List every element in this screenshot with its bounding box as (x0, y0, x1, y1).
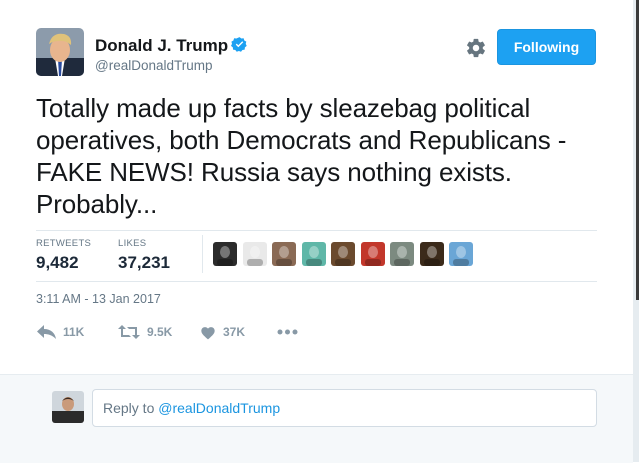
liker-avatar[interactable] (302, 242, 326, 266)
liker-avatar[interactable] (272, 242, 296, 266)
heart-icon (201, 326, 215, 339)
divider-bottom (36, 281, 597, 282)
likes-count[interactable]: 37,231 (118, 253, 170, 273)
retweets-count[interactable]: 9,482 (36, 253, 79, 273)
retweet-count: 9.5K (147, 325, 173, 339)
reply-prefix: Reply to (103, 400, 159, 416)
current-user-avatar[interactable] (52, 391, 84, 423)
liker-avatar[interactable] (213, 242, 237, 266)
like-action[interactable]: 37K (200, 323, 245, 341)
reply-mention: @realDonaldTrump (158, 400, 281, 416)
retweet-icon (118, 325, 140, 339)
liker-avatar[interactable] (449, 242, 473, 266)
divider-top (36, 230, 597, 231)
tweet-text: Totally made up facts by sleazebag polit… (36, 93, 567, 219)
liker-avatar[interactable] (420, 242, 444, 266)
stats-separator (202, 235, 203, 273)
following-button[interactable]: Following (497, 29, 596, 65)
reply-icon (37, 325, 56, 339)
liker-avatar[interactable] (390, 242, 414, 266)
retweet-action[interactable]: 9.5K (118, 323, 172, 341)
author-name-text[interactable]: Donald J. Trump (95, 36, 228, 55)
more-dots-icon (277, 329, 298, 335)
gear-icon[interactable] (465, 37, 487, 59)
verified-badge-icon (231, 37, 247, 52)
like-count: 37K (223, 325, 246, 339)
author-avatar[interactable] (36, 28, 84, 76)
author-handle[interactable]: @realDonaldTrump (95, 58, 213, 73)
retweets-label[interactable]: RETWEETS (36, 238, 91, 249)
more-action[interactable] (277, 323, 305, 341)
reply-input[interactable]: Reply to @realDonaldTrump (92, 389, 597, 427)
reply-action[interactable]: 11K (37, 323, 84, 341)
liker-avatar[interactable] (243, 242, 267, 266)
reply-count: 11K (63, 325, 85, 339)
likes-label[interactable]: LIKES (118, 238, 146, 249)
liker-avatar[interactable] (331, 242, 355, 266)
author-name[interactable]: Donald J. Trump (95, 36, 248, 56)
page-scrollbar[interactable] (633, 0, 639, 462)
liker-avatar[interactable] (361, 242, 385, 266)
tweet-timestamp[interactable]: 3:11 AM - 13 Jan 2017 (36, 292, 161, 306)
